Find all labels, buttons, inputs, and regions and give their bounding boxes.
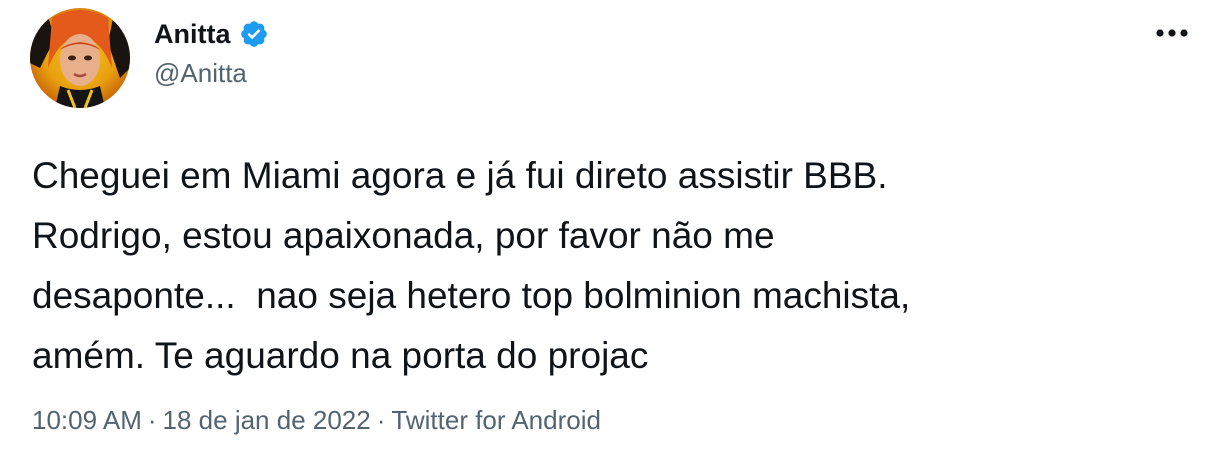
tweet-text: Cheguei em Miami agora e já fui direto a… <box>32 146 1192 386</box>
user-handle[interactable]: @Anitta <box>154 58 247 89</box>
tweet-text-line: amém. Te aguardo na porta do projac <box>32 335 649 376</box>
tweet-date[interactable]: 18 de jan de 2022 <box>163 405 371 436</box>
tweet-source[interactable]: Twitter for Android <box>391 405 601 436</box>
profile-photo <box>30 8 130 108</box>
avatar[interactable] <box>30 8 130 108</box>
meta-separator: · <box>376 404 386 435</box>
tweet-text-line: Cheguei em Miami agora e já fui direto a… <box>32 155 888 196</box>
tweet-text-line: Rodrigo, estou apaixonada, por favor não… <box>32 215 775 256</box>
verified-badge-icon <box>240 21 267 47</box>
more-options-button[interactable] <box>1150 18 1194 48</box>
more-options-icon <box>1156 29 1188 37</box>
tweet-metadata: 10:09 AM · 18 de jan de 2022 · Twitter f… <box>32 400 601 440</box>
tweet-card: Anitta @Anitta Cheguei em Miami agora e … <box>0 0 1206 474</box>
tweet-time[interactable]: 10:09 AM <box>32 405 142 436</box>
display-name[interactable]: Anitta <box>154 19 231 50</box>
meta-separator: · <box>147 404 157 435</box>
tweet-text-line: desaponte... nao seja hetero top bolmini… <box>32 275 911 316</box>
author-name-row: Anitta <box>154 14 269 54</box>
